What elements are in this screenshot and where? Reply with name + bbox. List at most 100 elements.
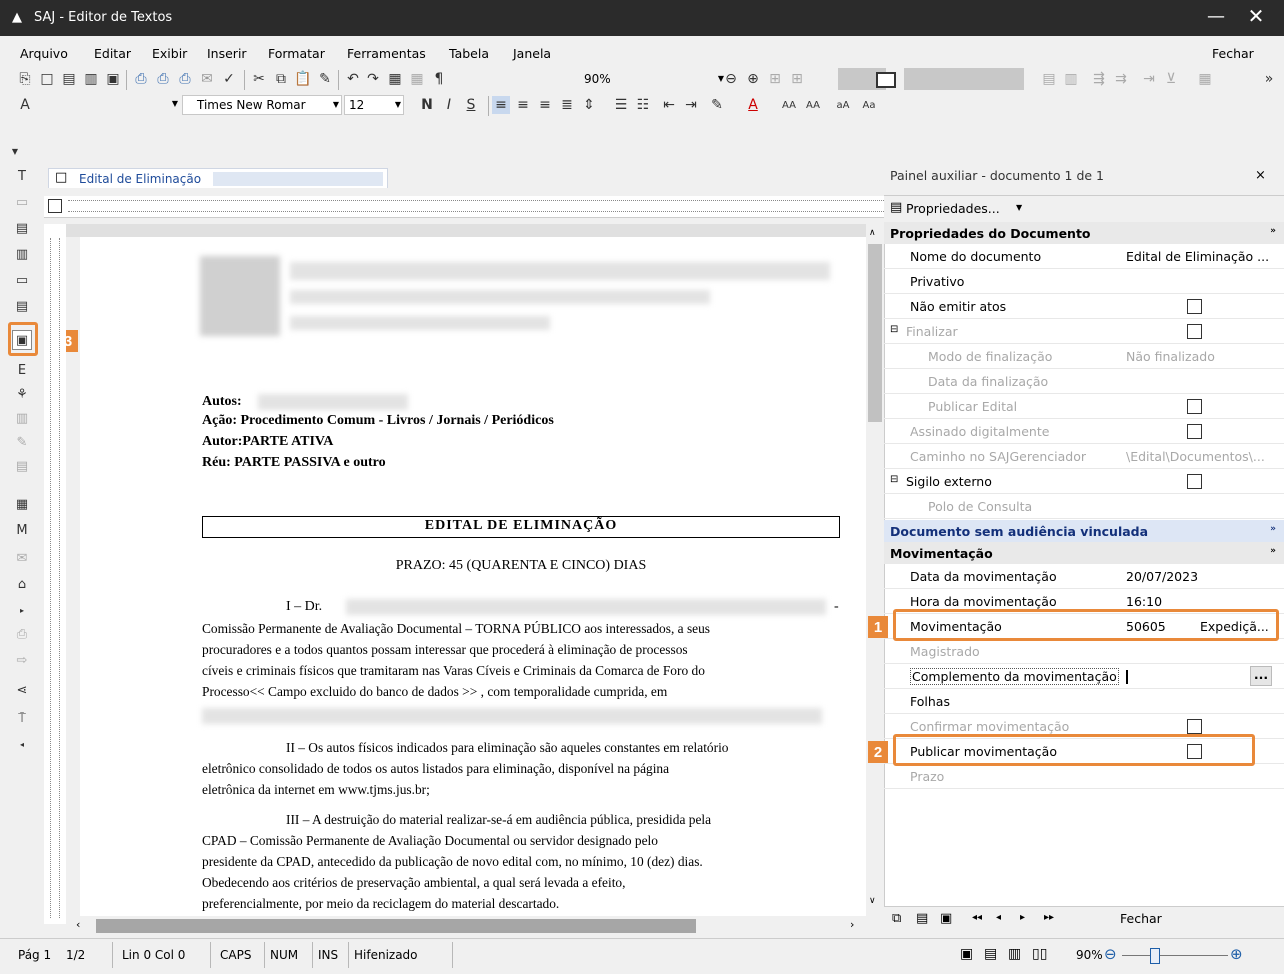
insert-row-icon[interactable]: ⇶ — [1090, 70, 1108, 88]
new-document-icon[interactable]: □ — [38, 70, 56, 88]
undo-icon[interactable]: ↶ — [344, 70, 362, 88]
properties-button[interactable]: Propriedades... — [906, 201, 1000, 216]
paste-icon[interactable]: 📋 — [294, 70, 312, 88]
vertical-scroll-thumb[interactable] — [868, 244, 882, 422]
align-left-icon[interactable]: ≡ — [492, 96, 510, 114]
panel-close-link[interactable]: Fechar — [1120, 911, 1162, 926]
first-icon[interactable]: ◂◂ — [972, 912, 982, 923]
checkbox-publicar-edital[interactable] — [1187, 399, 1202, 414]
new-template-icon[interactable]: ⎘ — [16, 70, 34, 88]
scroll-left-icon[interactable]: ‹ — [76, 918, 80, 931]
menu-inserir[interactable]: Inserir — [207, 46, 247, 61]
prop-caminho[interactable]: Caminho no SAJGerenciador \Edital\Documen… — [884, 444, 1284, 469]
tool-icon-10[interactable]: ✎ — [12, 432, 32, 452]
zoom-out-icon[interactable]: ⊖ — [1104, 945, 1117, 963]
paste-icon[interactable]: ▤ — [916, 911, 928, 926]
tool-icon-9[interactable]: ▥ — [12, 408, 32, 428]
minimize-button[interactable]: — — [1196, 6, 1236, 27]
highlight-icon[interactable]: ✎ — [708, 96, 726, 114]
delete-row-icon[interactable]: ⇥ — [1140, 70, 1158, 88]
prop-complemento[interactable]: Complemento da movimentação... — [884, 664, 1284, 689]
chevron-right-icon[interactable]: ▸ — [12, 600, 32, 620]
document-tab[interactable]: □ Edital de Eliminação — [48, 168, 388, 188]
underline-icon[interactable]: S — [462, 96, 480, 114]
checkbox-nao-emitir[interactable] — [1187, 299, 1202, 314]
print-icon[interactable]: ⎙ — [132, 70, 150, 88]
grow-font-icon[interactable]: AA — [780, 96, 798, 114]
justify-icon[interactable]: ≣ — [558, 96, 576, 114]
tool-icon-3[interactable]: ▤ — [12, 218, 32, 238]
tool-icon-17[interactable]: ⇨ — [12, 650, 32, 670]
tool-icon-13[interactable]: M — [12, 520, 32, 540]
collapse-icon[interactable]: » — [1270, 546, 1276, 556]
menu-editar[interactable]: Editar — [94, 46, 131, 61]
delete-column-icon[interactable]: ⊻ — [1162, 70, 1180, 88]
two-page-icon[interactable]: ▯▯ — [1032, 946, 1047, 962]
collapse-icon[interactable]: » — [1270, 226, 1276, 236]
comment-icon[interactable]: ▭ — [12, 270, 32, 290]
seal-icon[interactable]: ⚘ — [12, 384, 32, 404]
tool-icon-2[interactable]: ▭ — [12, 192, 32, 212]
horizontal-scroll-thumb[interactable] — [96, 919, 696, 933]
line-spacing-icon[interactable]: ⇕ — [580, 96, 598, 114]
border-outside-icon[interactable] — [876, 72, 896, 88]
prop-magistrado[interactable]: Magistrado — [884, 639, 1284, 664]
font-combo[interactable]: Times New Romar ▼ — [182, 95, 342, 115]
grid-icon[interactable]: ⊞ — [766, 70, 784, 88]
fechar-menu[interactable]: Fechar — [1212, 46, 1254, 61]
font-size-combo[interactable]: 12 ▼ — [344, 95, 404, 115]
indent-icon[interactable]: ⇥ — [682, 96, 700, 114]
tab-stop-icon[interactable] — [48, 199, 62, 213]
grid-icon[interactable]: ⊞ — [788, 70, 806, 88]
section-propriedades[interactable]: Propriedades do Documento » — [884, 222, 1284, 244]
complemento-button[interactable]: ... — [1250, 666, 1272, 686]
prop-folhas[interactable]: Folhas — [884, 689, 1284, 714]
prop-data-mov[interactable]: Data da movimentação 20/07/2023 — [884, 564, 1284, 589]
email-icon[interactable]: ✉ — [198, 70, 216, 88]
style-combo[interactable]: ▼ — [38, 95, 180, 115]
print-view-icon[interactable]: ▤ — [984, 946, 997, 962]
document-list-icon[interactable]: ▤ — [12, 296, 32, 316]
prop-publicar-edital[interactable]: Publicar Edital — [884, 394, 1284, 419]
share-icon[interactable]: ⋖ — [12, 680, 32, 700]
format-painter-icon[interactable]: ✎ — [316, 70, 334, 88]
style-icon[interactable]: A — [16, 96, 34, 114]
menu-janela[interactable]: Janela — [513, 46, 551, 61]
prop-nome[interactable]: Nome do documento Edital de Eliminação ..… — [884, 244, 1284, 269]
outdent-icon[interactable]: ⇤ — [660, 96, 678, 114]
print-setup-icon[interactable]: ⎙ — [176, 70, 194, 88]
zoom-in-icon[interactable]: ⊕ — [1230, 945, 1243, 963]
page-view-icon[interactable]: ▣ — [960, 946, 973, 962]
checkbox-sigilo[interactable] — [1187, 474, 1202, 489]
next-icon[interactable]: ▸ — [1020, 912, 1025, 923]
copy-icon[interactable]: ⧉ — [272, 70, 290, 88]
last-icon[interactable]: ▸▸ — [1044, 912, 1054, 923]
menu-tabela[interactable]: Tabela — [449, 46, 489, 61]
prev-icon[interactable]: ◂ — [996, 912, 1001, 923]
prop-privativo[interactable]: Privativo — [884, 269, 1284, 294]
chevron-down-icon[interactable]: ▼ — [6, 142, 24, 160]
section-audiencia[interactable]: Documento sem audiência vinculada » — [884, 520, 1284, 542]
open-recent-icon[interactable]: ▥ — [82, 70, 100, 88]
superscript-icon[interactable]: aA — [834, 96, 852, 114]
scroll-up-icon[interactable]: ∧ — [869, 228, 876, 238]
lock-icon[interactable]: ⌂ — [12, 574, 32, 594]
redo-icon[interactable]: ↷ — [364, 70, 382, 88]
tool-icon-16[interactable]: ⎙ — [12, 624, 32, 644]
insert-column-icon[interactable]: ⇉ — [1112, 70, 1130, 88]
prop-finalizar[interactable]: ⊟ Finalizar — [884, 319, 1284, 344]
split-cells-icon[interactable]: ▥ — [1062, 70, 1080, 88]
tool-icon-1[interactable]: T — [12, 166, 32, 186]
checkbox-confirmar[interactable] — [1187, 719, 1202, 734]
scroll-down-icon[interactable]: ∨ — [869, 896, 876, 906]
expand-icon[interactable]: » — [1270, 524, 1276, 534]
bullet-list-icon[interactable]: ☰ — [612, 96, 630, 114]
menu-formatar[interactable]: Formatar — [268, 46, 325, 61]
line-style-icon[interactable] — [904, 68, 1024, 90]
zoom-out-icon[interactable]: ⊖ — [722, 70, 740, 88]
collapse-icon[interactable]: ⊟ — [890, 324, 898, 335]
section-movimentacao[interactable]: Movimentação » — [884, 542, 1284, 564]
scroll-right-icon[interactable]: › — [850, 918, 854, 931]
paint-icon[interactable]: ⍑ — [12, 708, 32, 728]
tool-icon-7[interactable]: E — [12, 360, 32, 380]
